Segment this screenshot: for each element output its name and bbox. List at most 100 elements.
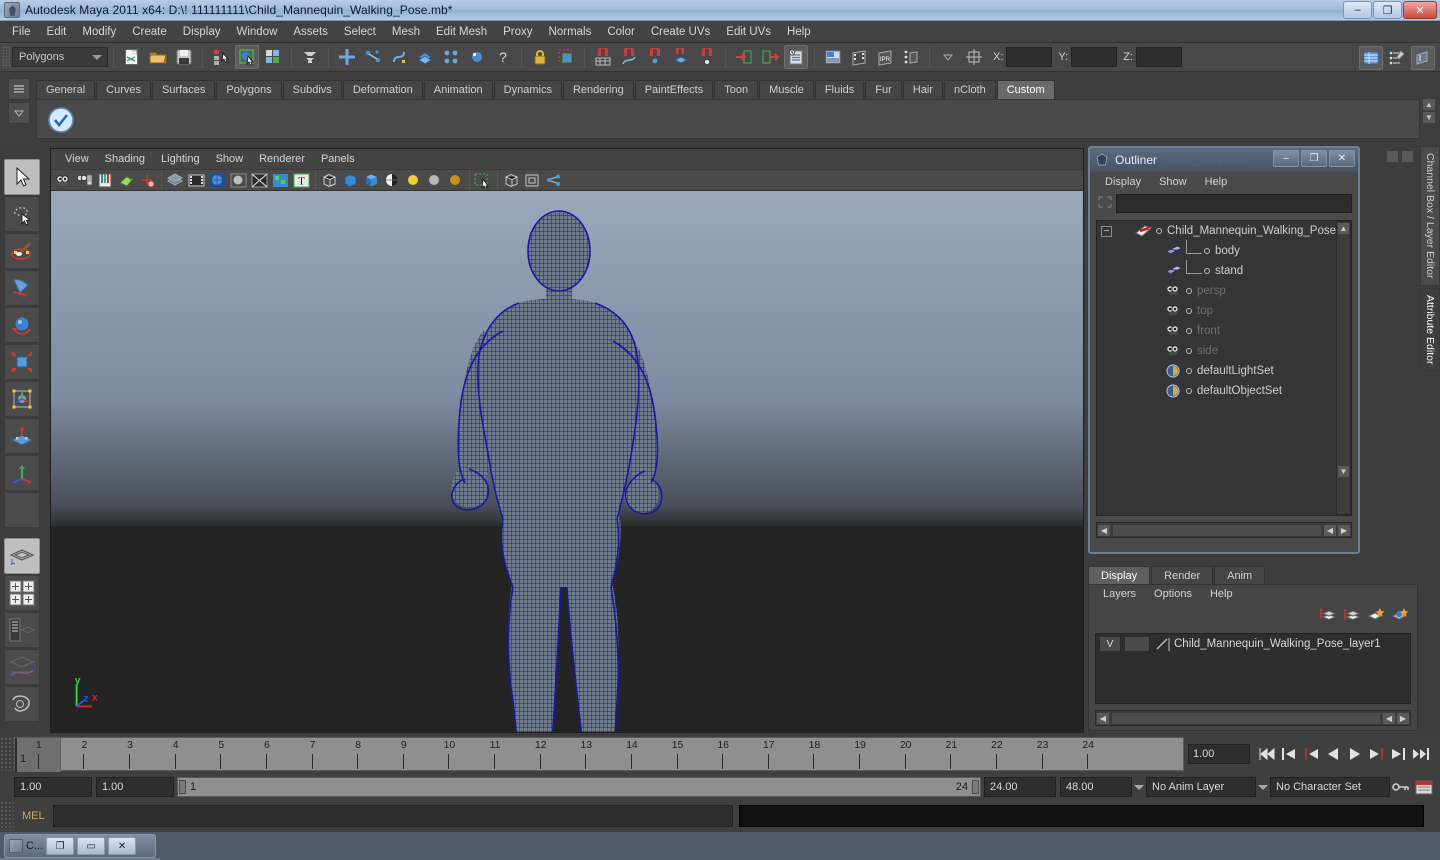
menu-item-create-uvs[interactable]: Create UVs	[643, 23, 718, 41]
wireframe-on-shaded-icon[interactable]	[166, 171, 185, 190]
menu-item-edit[interactable]: Edit	[39, 23, 75, 41]
output-connections-icon[interactable]	[758, 45, 782, 69]
persp-graph-layout[interactable]	[4, 649, 40, 685]
outliner-menu-show[interactable]: Show	[1150, 174, 1196, 190]
four-view-layout[interactable]	[4, 575, 40, 611]
scroll-thumb[interactable]	[1112, 523, 1322, 537]
menu-item-mesh[interactable]: Mesh	[384, 23, 428, 41]
menu-item-proxy[interactable]: Proxy	[495, 23, 540, 41]
outliner-horizontal-scrollbar[interactable]: ◀ ◀ ▶	[1096, 522, 1352, 538]
shelf-tab-surfaces[interactable]: Surfaces	[151, 80, 216, 99]
scroll-thumb[interactable]	[1111, 711, 1381, 725]
menu-item-modify[interactable]: Modify	[74, 23, 124, 41]
shelf-tab-custom[interactable]: Custom	[996, 80, 1055, 99]
check-circle-icon[interactable]	[47, 106, 75, 134]
shelf-tab-deformation[interactable]: Deformation	[342, 80, 423, 99]
resolution-gate-icon[interactable]	[208, 171, 227, 190]
taskbar-close-button[interactable]: ✕	[108, 837, 137, 855]
shelf-tab-rendering[interactable]: Rendering	[562, 80, 634, 99]
layer-editor-horizontal-scrollbar[interactable]: ◀ ◀ ▶	[1095, 710, 1411, 726]
shelf-tab-toon[interactable]: Toon	[714, 80, 759, 99]
exposure-icon[interactable]	[544, 171, 563, 190]
new-scene-icon[interactable]	[120, 45, 144, 69]
menu-item-color[interactable]: Color	[599, 23, 642, 41]
snap-point-icon[interactable]	[387, 45, 411, 69]
shelf-tab-hair[interactable]: Hair	[902, 80, 943, 99]
menu-item-display[interactable]: Display	[175, 23, 229, 41]
shelf-tab-subdivs[interactable]: Subdivs	[282, 80, 342, 99]
menu-item-help[interactable]: Help	[779, 23, 819, 41]
render-batch-icon[interactable]: IPR	[873, 45, 897, 69]
hardware-texturing-icon[interactable]	[383, 171, 402, 190]
outliner-close-button[interactable]: ✕	[1329, 150, 1355, 167]
step-back-keyframe-icon[interactable]	[1278, 742, 1300, 766]
outliner-item-side[interactable]: side	[1097, 341, 1351, 361]
outliner-vertical-scrollbar[interactable]: ▲ ▼	[1336, 221, 1351, 515]
outliner-expander[interactable]: −	[1101, 225, 1112, 237]
shelf-menu-icon[interactable]	[8, 78, 30, 100]
toolbar-grip[interactable]	[2, 46, 10, 68]
snap-to-planes-magnet-icon[interactable]	[669, 45, 693, 69]
paint-select-tool[interactable]	[4, 233, 40, 269]
outliner-item-defaultobjectset[interactable]: defaultObjectSet	[1097, 381, 1351, 401]
move-layer-down-icon[interactable]	[1343, 606, 1361, 625]
layer-color-swatch[interactable]	[1154, 636, 1170, 652]
x-input[interactable]	[1006, 47, 1053, 67]
outliner-item-stand[interactable]: stand	[1097, 260, 1351, 281]
viewport-menu-show[interactable]: Show	[208, 151, 252, 167]
taskbar-item-maya[interactable]: C... ❐ ▭ ✕	[4, 834, 156, 858]
show-manipulator-tool[interactable]	[4, 455, 40, 491]
select-by-hierarchy-icon[interactable]	[209, 45, 233, 69]
shelf-tab-general[interactable]: General	[36, 80, 96, 99]
range-start-handle[interactable]	[179, 780, 186, 794]
scroll-right-icon[interactable]: ◀	[1323, 523, 1337, 537]
shelf-tab-muscle[interactable]: Muscle	[759, 80, 814, 99]
range-slider-grip[interactable]	[0, 775, 14, 799]
menu-item-select[interactable]: Select	[336, 23, 384, 41]
outliner-minimize-button[interactable]: –	[1273, 150, 1299, 167]
scroll-right-icon[interactable]: ◀	[1382, 711, 1396, 725]
go-to-start-icon[interactable]	[1256, 742, 1278, 766]
mannequin-model[interactable]: persp	[51, 191, 1083, 732]
restore-icon[interactable]	[1386, 150, 1399, 163]
taskbar-maximize-button[interactable]: ▭	[77, 837, 106, 855]
save-scene-icon[interactable]	[172, 45, 196, 69]
auto-keyframe-icon[interactable]	[1390, 780, 1412, 794]
play-backwards-icon[interactable]	[1322, 742, 1344, 766]
outliner-menu-help[interactable]: Help	[1196, 174, 1237, 190]
gate-mask-icon[interactable]	[229, 171, 248, 190]
snap-to-view-planes-magnet-icon[interactable]	[695, 45, 719, 69]
chevron-down-icon[interactable]	[936, 45, 960, 69]
film-gate-toggle-icon[interactable]	[523, 171, 542, 190]
snap-curve-icon[interactable]	[361, 45, 385, 69]
use-all-lights-icon[interactable]	[425, 171, 444, 190]
two-d-pan-zoom-icon[interactable]	[138, 171, 157, 190]
right-dock-tab-attribute-editor[interactable]: Attribute Editor	[1420, 287, 1440, 371]
command-output[interactable]	[738, 805, 1424, 827]
layer-editor-menu-options[interactable]: Options	[1145, 587, 1201, 601]
minimize-button[interactable]: –	[1343, 1, 1372, 19]
outliner-item-child_mannequin_walking_pose[interactable]: − Child_Mannequin_Walking_Pose	[1097, 221, 1351, 241]
animation-preferences-icon[interactable]	[1412, 780, 1436, 795]
layer-editor-menu-layers[interactable]: Layers	[1094, 587, 1145, 601]
construction-history-icon[interactable]	[784, 45, 808, 69]
render-settings-icon[interactable]	[899, 45, 923, 69]
select-by-component-icon[interactable]	[261, 45, 285, 69]
shelf-tab-painteffects[interactable]: PaintEffects	[634, 80, 714, 99]
animation-end-time-field[interactable]: 48.00	[1060, 777, 1132, 797]
menu-item-assets[interactable]: Assets	[285, 23, 336, 41]
shadows-icon[interactable]	[446, 171, 465, 190]
scale-tool[interactable]	[4, 344, 40, 380]
outliner-item-front[interactable]: front	[1097, 321, 1351, 341]
tool-settings-toggle-icon[interactable]	[1411, 46, 1435, 70]
last-tool-used[interactable]	[4, 492, 40, 528]
input-connections-icon[interactable]	[732, 45, 756, 69]
maximize-button[interactable]: ❐	[1373, 1, 1402, 19]
scroll-up-icon[interactable]: ▲	[1337, 222, 1350, 235]
lock-icon[interactable]	[528, 45, 552, 69]
menu-item-file[interactable]: File	[4, 23, 39, 41]
anim-layer-selector[interactable]: No Anim Layer	[1146, 777, 1256, 797]
command-language-label[interactable]: MEL	[14, 810, 53, 822]
new-layer-icon[interactable]	[1367, 606, 1385, 625]
universal-manipulator-tool[interactable]	[4, 381, 40, 417]
